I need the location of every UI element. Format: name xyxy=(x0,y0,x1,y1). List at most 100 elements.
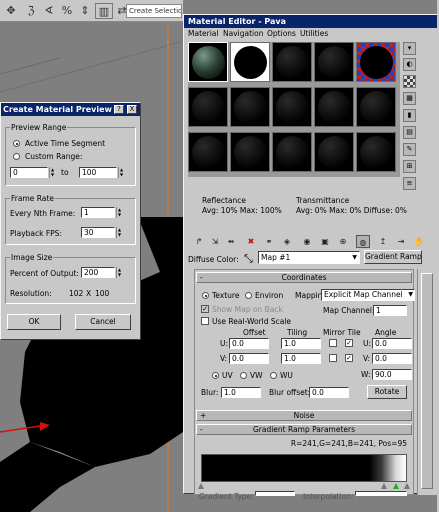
sample-uv-tiling-icon[interactable]: ▦ xyxy=(403,92,416,105)
blur-offset-field[interactable]: 0.0 xyxy=(309,387,349,398)
rotate-button[interactable]: Rotate xyxy=(367,385,407,399)
playback-fps-field[interactable]: 30 xyxy=(81,227,115,238)
percent-snap-icon[interactable]: % xyxy=(58,3,76,19)
range-from-spinner[interactable]: ▲ ▼ xyxy=(49,167,55,178)
help-button[interactable]: ? xyxy=(114,105,124,114)
put-to-scene-icon[interactable]: ⇲ xyxy=(208,235,222,248)
u-tile-checkbox[interactable]: ✓ xyxy=(345,339,353,347)
mapping-dropdown[interactable]: Explicit Map Channel ▼ xyxy=(321,289,415,301)
v-offset-field[interactable]: 0.0 xyxy=(229,353,269,364)
menu-material[interactable]: Material xyxy=(188,29,218,38)
use-real-world-scale-checkbox[interactable] xyxy=(201,317,209,325)
menu-utilities[interactable]: Utilities xyxy=(300,29,328,38)
u-offset-field[interactable]: 0.0 xyxy=(229,338,269,349)
show-end-result-active-icon[interactable]: ◍ xyxy=(356,235,370,248)
blur-field[interactable]: 1.0 xyxy=(221,387,261,398)
sample-slot-15[interactable] xyxy=(356,132,396,172)
sample-slot-2[interactable] xyxy=(230,42,270,82)
range-to-field[interactable]: 100 xyxy=(79,167,117,178)
coordinates-rollout-header[interactable]: - Coordinates xyxy=(196,272,412,283)
every-nth-frame-field[interactable]: 1 xyxy=(81,207,115,218)
sample-slot-9[interactable] xyxy=(314,87,354,127)
sample-slot-12[interactable] xyxy=(230,132,270,172)
scrollbar-thumb[interactable] xyxy=(421,273,433,489)
w-angle-field[interactable]: 90.0 xyxy=(372,369,412,380)
gradient-flag-end[interactable] xyxy=(404,483,410,489)
backlight-icon[interactable]: ◐ xyxy=(403,58,416,71)
map-name-field[interactable]: Map #1 ▼ xyxy=(258,251,360,264)
ok-button[interactable]: OK xyxy=(7,314,61,330)
sample-slot-10[interactable] xyxy=(356,87,396,127)
spinner-snap-icon[interactable]: ⇕ xyxy=(76,3,94,19)
u-angle-field[interactable]: 0.0 xyxy=(372,338,412,349)
gradient-type-dropdown[interactable] xyxy=(255,491,295,496)
u-tiling-field[interactable]: 1.0 xyxy=(281,338,321,349)
snap-3d-icon[interactable]: ℨ xyxy=(22,3,40,19)
get-material-icon[interactable]: ↱ xyxy=(192,235,206,248)
map-channel-field[interactable]: 1 xyxy=(373,305,407,316)
sample-slot-11[interactable] xyxy=(188,132,228,172)
select-move-icon[interactable]: ✥ xyxy=(2,3,20,19)
go-forward-sibling-icon[interactable]: ⇥ xyxy=(394,235,408,248)
menu-options[interactable]: Options xyxy=(267,29,296,38)
material-id-icon[interactable]: ◉ xyxy=(300,235,314,248)
material-editor-titlebar[interactable]: Material Editor - Pava xyxy=(184,15,438,28)
material-map-navigator-icon[interactable]: ≡ xyxy=(403,177,416,190)
percent-of-output-spinner[interactable]: ▲ ▼ xyxy=(116,267,122,278)
gradient-flag-mid[interactable] xyxy=(381,483,387,489)
range-from-field[interactable]: 0 xyxy=(10,167,48,178)
rollout-scrollbar[interactable] xyxy=(417,269,437,495)
make-preview-icon[interactable]: ▤ xyxy=(403,126,416,139)
menu-navigation[interactable]: Navigation xyxy=(223,29,263,38)
show-map-on-back-checkbox[interactable]: ✓ xyxy=(201,305,209,313)
sample-slot-8[interactable] xyxy=(272,87,312,127)
interpolation-dropdown[interactable] xyxy=(355,491,407,496)
custom-range-radio[interactable] xyxy=(13,153,20,160)
select-by-material-icon[interactable]: ⊞ xyxy=(403,160,416,173)
environ-radio[interactable] xyxy=(245,292,252,299)
make-unique-icon[interactable]: ⚭ xyxy=(262,235,276,248)
background-icon[interactable] xyxy=(403,75,416,88)
go-to-parent-icon[interactable]: ↥ xyxy=(376,235,390,248)
uv-radio[interactable] xyxy=(212,372,219,379)
sample-slot-13[interactable] xyxy=(272,132,312,172)
v-angle-field[interactable]: 0.0 xyxy=(372,353,412,364)
show-map-in-viewport-icon[interactable]: ▣ xyxy=(318,235,332,248)
reset-map-icon[interactable]: ✖ xyxy=(244,235,258,248)
wu-radio[interactable] xyxy=(270,372,277,379)
gradient-ramp-rollout-header[interactable]: - Gradient Ramp Parameters xyxy=(196,424,412,435)
named-selection-icon[interactable]: ▥ xyxy=(95,3,113,19)
every-nth-frame-spinner[interactable]: ▲ ▼ xyxy=(116,207,122,218)
cancel-button[interactable]: Cancel xyxy=(75,314,131,330)
sample-slot-7[interactable] xyxy=(230,87,270,127)
assign-material-icon[interactable]: ⇴ xyxy=(224,235,238,248)
sample-slot-4[interactable] xyxy=(314,42,354,82)
gradient-flag-start[interactable] xyxy=(198,483,204,489)
angle-snap-icon[interactable]: ∢ xyxy=(40,3,58,19)
texture-radio[interactable] xyxy=(202,292,209,299)
close-button[interactable]: X xyxy=(127,105,137,114)
gradient-flag-selected[interactable] xyxy=(393,483,399,489)
map-type-button[interactable]: Gradient Ramp xyxy=(364,250,422,264)
options-icon[interactable]: ✎ xyxy=(403,143,416,156)
noise-rollout-header[interactable]: + Noise xyxy=(196,410,412,421)
gradient-ramp-bar[interactable] xyxy=(201,454,407,482)
v-tiling-field[interactable]: 1.0 xyxy=(281,353,321,364)
sample-slot-1-active[interactable] xyxy=(188,42,228,82)
show-end-result-icon[interactable]: ⊕ xyxy=(336,235,350,248)
put-to-library-icon[interactable]: ◈ xyxy=(280,235,294,248)
active-time-segment-radio[interactable] xyxy=(13,140,20,147)
sample-slot-6[interactable] xyxy=(188,87,228,127)
sample-type-icon[interactable]: ▾ xyxy=(403,42,416,55)
playback-fps-spinner[interactable]: ▲ ▼ xyxy=(116,227,122,238)
vw-radio[interactable] xyxy=(240,372,247,379)
u-mirror-checkbox[interactable] xyxy=(329,339,337,347)
sample-slot-3[interactable] xyxy=(272,42,312,82)
pick-material-icon[interactable]: ✋ xyxy=(412,235,426,248)
sample-slot-14[interactable] xyxy=(314,132,354,172)
v-tile-checkbox[interactable]: ✓ xyxy=(345,354,353,362)
selection-set-dropdown[interactable]: Create Selection Se xyxy=(126,4,182,18)
percent-of-output-field[interactable]: 200 xyxy=(81,267,115,278)
sample-slot-5[interactable] xyxy=(356,42,396,82)
video-color-check-icon[interactable]: ▮ xyxy=(403,109,416,122)
